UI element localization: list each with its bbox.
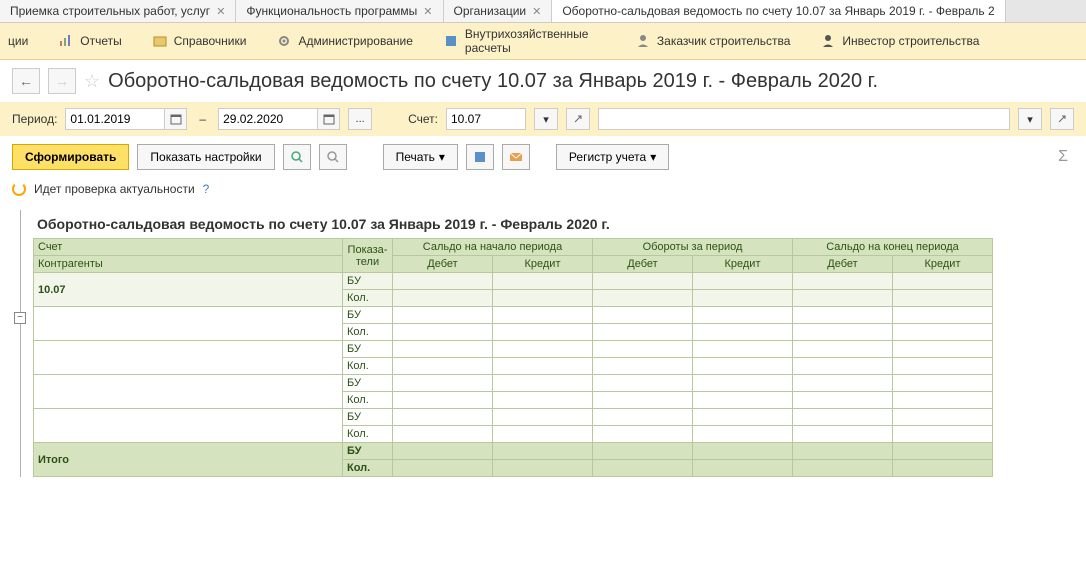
person-icon [635,33,651,49]
date-to-input[interactable] [218,108,318,130]
toolbar-internal[interactable]: Внутрихозяйственные расчеты [443,27,605,55]
indicator-cell: Кол. [343,290,393,307]
chevron-down-icon: ▾ [650,150,656,164]
th-counterparties: Контрагенты [34,256,343,273]
register-button[interactable]: Регистр учета ▾ [556,144,669,170]
th-closing: Сальдо на конец периода [793,239,993,256]
account-open-button[interactable] [566,108,590,130]
period-label: Период: [12,112,57,126]
refresh-button[interactable] [319,144,347,170]
main-toolbar: ции Отчеты Справочники Администрирование… [0,23,1086,60]
date-from-input[interactable] [65,108,165,130]
sigma-icon[interactable]: Σ [1052,148,1074,166]
tab-functionality[interactable]: Функциональность программы ✕ [236,0,443,22]
action-bar: Сформировать Показать настройки Печать ▾… [0,136,1086,178]
tab-label: Приемка строительных работ, услуг [10,4,210,18]
org-dropdown-button[interactable]: ▾ [1018,108,1042,130]
toolbar-label: Справочники [174,34,247,48]
th-credit: Кредит [693,256,793,273]
total-row: Итого БУ [34,443,993,460]
toolbar-administration[interactable]: Администрирование [276,33,412,49]
th-turnover: Обороты за период [593,239,793,256]
email-button[interactable] [502,144,530,170]
tree-collapse-icon[interactable]: − [14,312,26,324]
gear-icon [276,33,292,49]
report-container: − Оборотно-сальдовая ведомость по счету … [20,210,1086,477]
th-debit: Дебет [793,256,893,273]
toolbar-label: Заказчик строительства [657,34,790,48]
building-icon [443,33,459,49]
help-icon[interactable]: ? [203,182,210,196]
calendar-icon[interactable] [165,108,187,130]
tab-turnover-balance[interactable]: Оборотно-сальдовая ведомость по счету 10… [552,0,1005,22]
th-debit: Дебет [593,256,693,273]
spinner-icon [12,182,26,196]
toolbar-investor[interactable]: Инвестор строительства [820,33,979,49]
table-row[interactable]: БУ [34,375,993,392]
favorite-star-icon[interactable]: ☆ [84,71,100,92]
org-open-button[interactable] [1050,108,1074,130]
tab-label: Организации [454,4,527,18]
th-indicators: Показа- тели [343,239,393,273]
toolbar-section[interactable]: ции [8,34,28,48]
th-account: Счет [34,239,343,256]
report-title: Оборотно-сальдовая ведомость по счету 10… [33,210,993,238]
toolbar-label: Администрирование [298,34,412,48]
toolbar-customer[interactable]: Заказчик строительства [635,33,790,49]
chart-icon [58,33,74,49]
status-bar: Идет проверка актуальности ? [0,178,1086,200]
title-bar: ← → ☆ Оборотно-сальдовая ведомость по сч… [0,60,1086,102]
toolbar-label: ции [8,34,28,48]
chevron-down-icon: ▾ [439,150,445,164]
show-settings-button[interactable]: Показать настройки [137,144,274,170]
generate-button[interactable]: Сформировать [12,144,129,170]
tab-label: Функциональность программы [246,4,417,18]
tab-organizations[interactable]: Организации ✕ [444,0,553,22]
indicator-cell: БУ [343,273,393,290]
toolbar-reports[interactable]: Отчеты [58,33,121,49]
register-label: Регистр учета [569,150,646,164]
org-input[interactable] [598,108,1010,130]
account-cell[interactable]: 10.07 [34,273,343,307]
tab-bar: Приемка строительных работ, услуг ✕ Функ… [0,0,1086,23]
toolbar-label: Отчеты [80,34,121,48]
nav-back-button[interactable]: ← [12,68,40,94]
print-label: Печать [396,150,435,164]
save-button[interactable] [466,144,494,170]
table-row[interactable]: БУ [34,307,993,324]
folder-icon [152,33,168,49]
period-picker-button[interactable]: ... [348,108,372,130]
find-button[interactable] [283,144,311,170]
tab-label: Оборотно-сальдовая ведомость по счету 10… [562,4,994,18]
toolbar-directories[interactable]: Справочники [152,33,247,49]
report-table: Счет Показа- тели Сальдо на начало перио… [33,238,993,477]
th-debit: Дебет [393,256,493,273]
table-row[interactable]: БУ [34,341,993,358]
status-text: Идет проверка актуальности [34,182,195,196]
calendar-icon[interactable] [318,108,340,130]
account-dropdown-button[interactable]: ▾ [534,108,558,130]
table-row[interactable]: БУ [34,409,993,426]
tab-acceptance[interactable]: Приемка строительных работ, услуг ✕ [0,0,236,22]
th-credit: Кредит [893,256,993,273]
date-separator: – [195,112,210,126]
account-label: Счет: [408,112,438,126]
print-button[interactable]: Печать ▾ [383,144,458,170]
account-input[interactable] [446,108,526,130]
th-opening: Сальдо на начало периода [393,239,593,256]
toolbar-label: Внутрихозяйственные расчеты [465,27,605,55]
nav-forward-button: → [48,68,76,94]
person-suit-icon [820,33,836,49]
toolbar-label: Инвестор строительства [842,34,979,48]
close-icon[interactable]: ✕ [423,5,432,18]
th-credit: Кредит [493,256,593,273]
page-title: Оборотно-сальдовая ведомость по счету 10… [108,70,878,93]
close-icon[interactable]: ✕ [532,5,541,18]
period-bar: Период: – ... Счет: ▾ ▾ [0,102,1086,136]
close-icon[interactable]: ✕ [216,5,225,18]
